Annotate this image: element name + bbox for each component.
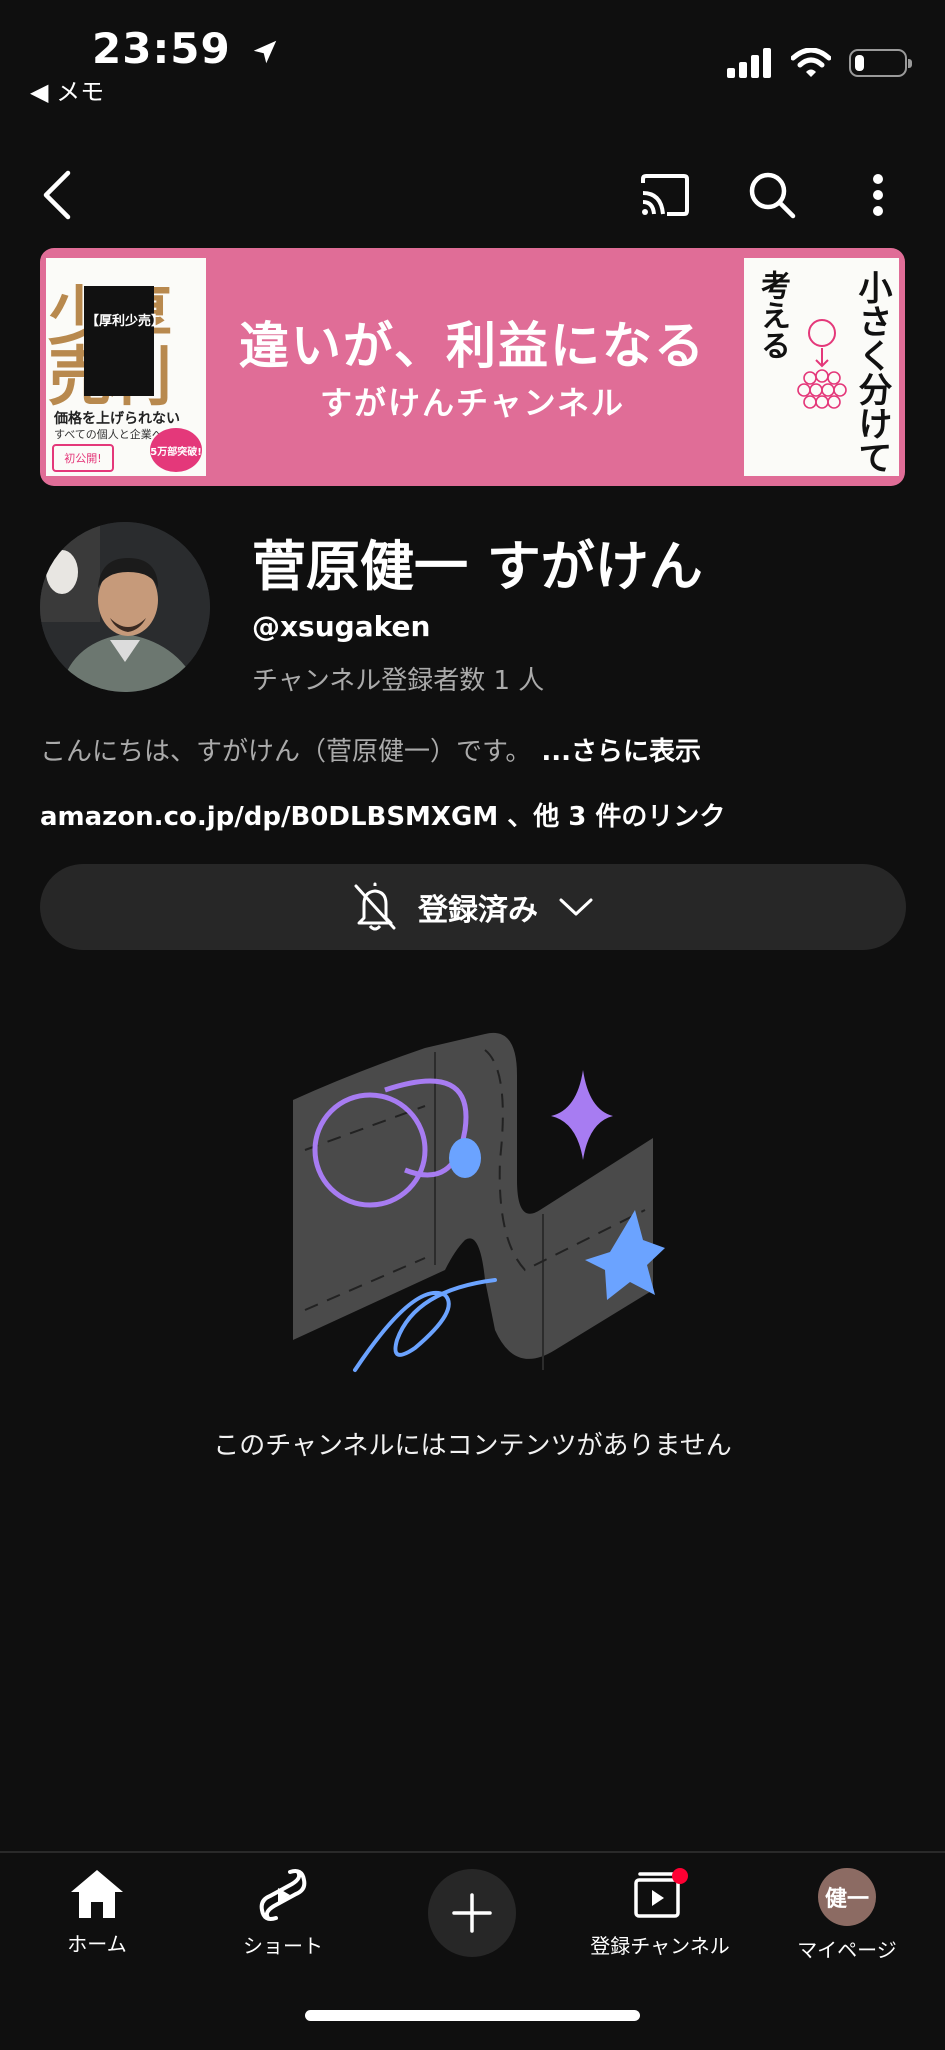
channel-handle: @xsugaken	[252, 610, 431, 643]
nav-shorts[interactable]: ショート	[208, 1868, 358, 1959]
channel-name: 菅原健一 すがけん	[252, 535, 703, 598]
subscriptions-icon	[634, 1868, 688, 1918]
channel-avatar[interactable]	[40, 522, 210, 692]
channel-links[interactable]: amazon.co.jp/dp/B0DLBSMXGM 、他 3 件のリンク	[40, 796, 725, 833]
status-icons	[727, 48, 912, 78]
cellular-signal-icon	[727, 48, 771, 78]
notification-dot	[672, 1868, 688, 1884]
subscribed-button[interactable]: 登録済み	[40, 864, 906, 950]
search-button[interactable]	[742, 165, 802, 225]
back-to-app-link[interactable]: ◀ メモ	[30, 72, 104, 107]
me-avatar-icon: 健一	[818, 1868, 876, 1926]
nav-subscriptions[interactable]: 登録チャンネル	[585, 1868, 735, 1959]
description-text: こんにちは、すがけん（菅原健一）です。	[40, 737, 532, 767]
nav-subscriptions-label: 登録チャンネル	[590, 1934, 730, 1958]
empty-state-message: このチャンネルにはコンテンツがありません	[213, 1431, 732, 1461]
bell-off-icon	[354, 882, 396, 931]
chevron-down-icon	[559, 898, 593, 916]
wifi-icon	[791, 48, 831, 77]
empty-channel-illustration	[293, 1032, 665, 1372]
channel-description[interactable]: こんにちは、すがけん（菅原健一）です。 ...さらに表示	[40, 731, 701, 768]
more-options-button[interactable]	[848, 165, 908, 225]
book-left-badge: 5万部突破!	[150, 428, 202, 472]
back-button[interactable]	[28, 165, 88, 225]
avatar-photo	[40, 522, 210, 692]
plus-icon	[452, 1893, 492, 1933]
nav-home[interactable]: ホーム	[22, 1868, 172, 1957]
cast-button[interactable]	[635, 165, 695, 225]
back-arrow-icon	[43, 170, 71, 220]
book-right-title1: 小さく分けて	[852, 270, 892, 474]
book-left-note: 初公開!	[52, 444, 114, 472]
shorts-icon	[259, 1869, 307, 1921]
subscriber-count: チャンネル登録者数 1 人	[252, 666, 545, 696]
nav-shorts-label: ショート	[243, 1934, 323, 1958]
subscribed-label: 登録済み	[418, 893, 538, 928]
cast-icon	[641, 174, 689, 216]
home-icon	[71, 1870, 123, 1918]
nav-home-label: ホーム	[67, 1932, 127, 1956]
book-cover-right: 小さく分けて 考える	[744, 258, 899, 476]
battery-icon	[849, 49, 912, 77]
home-indicator	[305, 2010, 640, 2021]
description-more-link[interactable]: ...さらに表示	[541, 737, 701, 767]
book-right-title2: 考える	[755, 270, 790, 360]
search-icon	[749, 172, 796, 219]
more-vert-icon	[873, 174, 883, 216]
channel-banner: 少厚売利 【厚利少売】 価格を上げられない すべての個人と企業へ 初公開! 5万…	[40, 248, 905, 486]
nav-me[interactable]: 健一 マイページ	[772, 1868, 922, 1963]
book-left-tagline2: すべての個人と企業へ	[54, 428, 163, 441]
status-time: 23:59	[92, 24, 280, 73]
create-button[interactable]	[428, 1869, 516, 1957]
location-arrow-icon	[254, 40, 277, 63]
nav-me-label: マイページ	[797, 1938, 897, 1962]
book-right-diagram	[797, 319, 847, 409]
